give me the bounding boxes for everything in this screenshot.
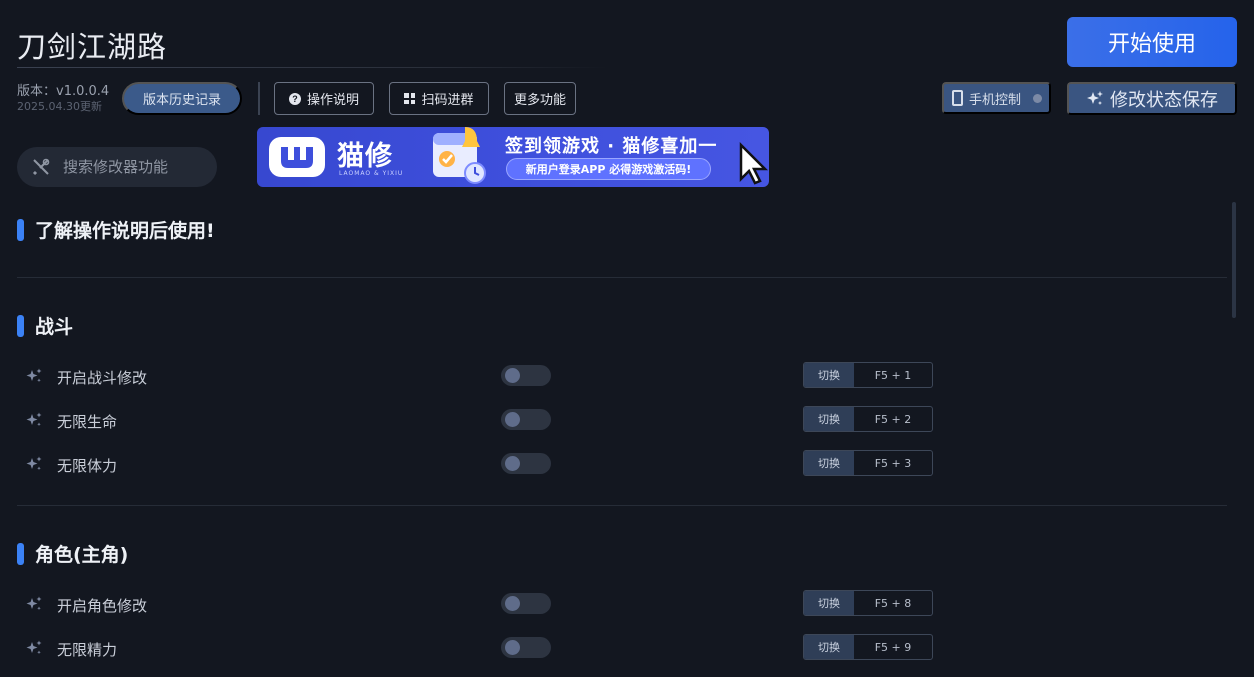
notice-section: 了解操作说明后使用! (17, 216, 215, 243)
section-battle: 战斗 (17, 312, 73, 339)
sparkle-icon (26, 596, 42, 611)
cheat-toggle[interactable] (501, 637, 551, 658)
cheat-toggle[interactable] (501, 409, 551, 430)
start-button[interactable]: 开始使用 (1067, 17, 1237, 67)
save-state-button[interactable]: 修改状态保存 (1067, 82, 1237, 115)
hotkey-keys: F5 + 3 (874, 456, 912, 470)
qr-button-label: 扫码进群 (421, 92, 474, 107)
brand-logo-icon (269, 137, 325, 177)
calendar-icon (433, 127, 486, 184)
cheat-label: 无限精力 (57, 641, 118, 659)
banner-brand-sub: LAOMAO & YIXIU (339, 170, 404, 177)
cheat-row: 无限体力 切换 F5 + 3 (25, 450, 935, 478)
phone-control-label: 手机控制 (969, 91, 1022, 107)
hotkey-action: 切换 (804, 451, 854, 475)
toolbar-divider (258, 82, 260, 115)
phone-control-button[interactable]: 手机控制 (942, 82, 1051, 114)
hotkey-badge[interactable]: 切换 F5 + 2 (803, 406, 933, 432)
app-title: 刀剑江湖路 (17, 30, 168, 64)
save-state-label: 修改状态保存 (1110, 89, 1218, 110)
cheat-label: 无限体力 (57, 457, 118, 475)
phone-icon (952, 90, 963, 106)
sparkle-icon (26, 368, 42, 383)
question-icon: ? (288, 92, 301, 105)
banner-brand: 猫修 (337, 141, 393, 172)
section-divider (17, 505, 1227, 506)
help-button[interactable]: ? 操作说明 (274, 82, 374, 115)
hotkey-badge[interactable]: 切换 F5 + 1 (803, 362, 933, 388)
cheat-label: 开启角色修改 (57, 597, 148, 615)
section-title: 角色(主角) (35, 544, 129, 566)
section-divider (17, 277, 1227, 278)
help-button-label: 操作说明 (306, 92, 359, 107)
toggle-knob (505, 456, 520, 471)
hotkey-badge[interactable]: 切换 F5 + 3 (803, 450, 933, 476)
hotkey-badge[interactable]: 切换 F5 + 8 (803, 590, 933, 616)
cheat-label: 无限生命 (57, 413, 118, 431)
sparkle-icon (1087, 90, 1103, 105)
hotkey-keys: F5 + 1 (874, 368, 912, 382)
hotkey-keys: F5 + 9 (874, 640, 912, 654)
update-date: 2025.04.30更新 (17, 100, 102, 113)
hotkey-action: 切换 (804, 363, 854, 387)
toggle-knob (505, 368, 520, 383)
toggle-knob (505, 596, 520, 611)
cheat-row: 无限精力 切换 F5 + 9 (25, 634, 935, 662)
title-divider (17, 67, 607, 68)
more-features-button[interactable]: 更多功能 (504, 82, 576, 115)
search-input[interactable] (63, 158, 203, 176)
cheat-row: 开启战斗修改 切换 F5 + 1 (25, 362, 935, 390)
cheat-toggle[interactable] (501, 453, 551, 474)
cheat-row: 开启角色修改 切换 F5 + 8 (25, 590, 935, 618)
banner-headline: 签到领游戏 · 猫修喜加一 (505, 136, 718, 157)
section-title: 战斗 (35, 316, 74, 338)
hotkey-action: 切换 (804, 635, 854, 659)
qr-code-icon (404, 93, 416, 104)
sparkle-icon (26, 640, 42, 655)
status-dot (1033, 93, 1043, 103)
pointer-cursor-icon (739, 141, 769, 185)
toggle-knob (505, 412, 520, 427)
toggle-knob (505, 640, 520, 655)
search-box[interactable] (17, 147, 217, 187)
hotkey-action: 切换 (804, 591, 854, 615)
version-info: 版本：v1.0.0.4 2025.04.30更新 (17, 85, 109, 114)
promo-banner[interactable]: 猫修 LAOMAO & YIXIU 签到领游戏 · 猫修喜加一 新用户登录APP… (257, 127, 769, 187)
tools-icon (32, 158, 50, 176)
hotkey-badge[interactable]: 切换 F5 + 9 (803, 634, 933, 660)
version-label: 版本：v1.0.0.4 (17, 84, 110, 99)
cheat-row: 无限生命 切换 F5 + 2 (25, 406, 935, 434)
notice-title: 了解操作说明后使用! (35, 220, 215, 242)
sparkle-icon (26, 412, 42, 427)
cheat-toggle[interactable] (501, 593, 551, 614)
section-accent (17, 314, 24, 337)
scrollbar[interactable] (1232, 202, 1236, 318)
hotkey-action: 切换 (804, 407, 854, 431)
section-character: 角色(主角) (17, 540, 128, 567)
cheat-toggle[interactable] (501, 365, 551, 386)
hotkey-keys: F5 + 8 (874, 596, 912, 610)
sparkle-icon (26, 456, 42, 471)
banner-subline: 新用户登录APP 必得游戏激活码! (506, 158, 711, 180)
section-accent (17, 542, 24, 565)
section-accent (17, 218, 24, 241)
hotkey-keys: F5 + 2 (874, 412, 912, 426)
version-history-button[interactable]: 版本历史记录 (122, 82, 242, 115)
cheat-label: 开启战斗修改 (57, 369, 148, 387)
qr-group-button[interactable]: 扫码进群 (389, 82, 489, 115)
